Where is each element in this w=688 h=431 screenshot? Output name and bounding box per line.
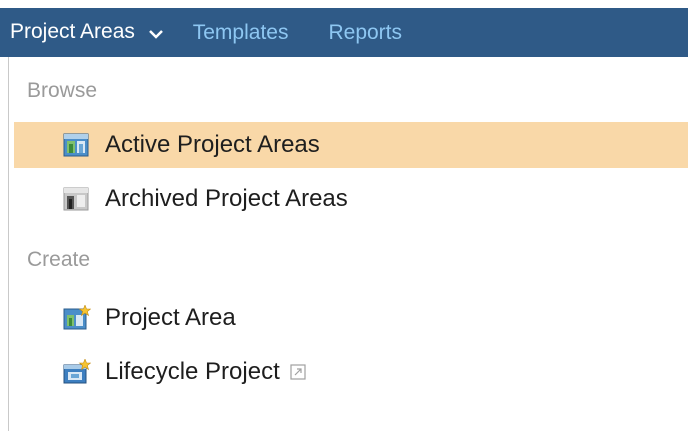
menu-item-lifecycle-project[interactable]: Lifecycle Project (14, 349, 688, 395)
project-areas-dropdown-menu: Browse Active Project Areas Archived Pro… (8, 57, 688, 431)
menu-item-archived-project-areas[interactable]: Archived Project Areas (14, 176, 688, 222)
menu-item-label: Lifecycle Project (105, 358, 280, 385)
external-link-icon (290, 364, 306, 380)
menu-item-label: Project Area (105, 304, 236, 331)
menu-item-project-area[interactable]: Project Area (14, 295, 688, 341)
nav-project-areas[interactable]: Project Areas (10, 20, 163, 44)
menu-item-active-project-areas[interactable]: Active Project Areas (14, 122, 688, 168)
menu-item-label: Archived Project Areas (105, 185, 348, 212)
section-label-browse: Browse (27, 79, 98, 102)
top-navbar: Project Areas Templates Reports (0, 8, 688, 57)
section-label-create: Create (27, 248, 91, 271)
menu-item-label: Active Project Areas (105, 131, 320, 158)
archived-project-area-icon (63, 186, 91, 212)
project-area-icon (63, 132, 91, 158)
new-project-area-icon (63, 304, 92, 331)
nav-project-areas-label: Project Areas (10, 20, 135, 44)
nav-reports[interactable]: Reports (328, 21, 402, 45)
chevron-down-icon (148, 21, 163, 45)
new-lifecycle-project-icon (63, 358, 92, 385)
nav-templates[interactable]: Templates (193, 21, 289, 45)
